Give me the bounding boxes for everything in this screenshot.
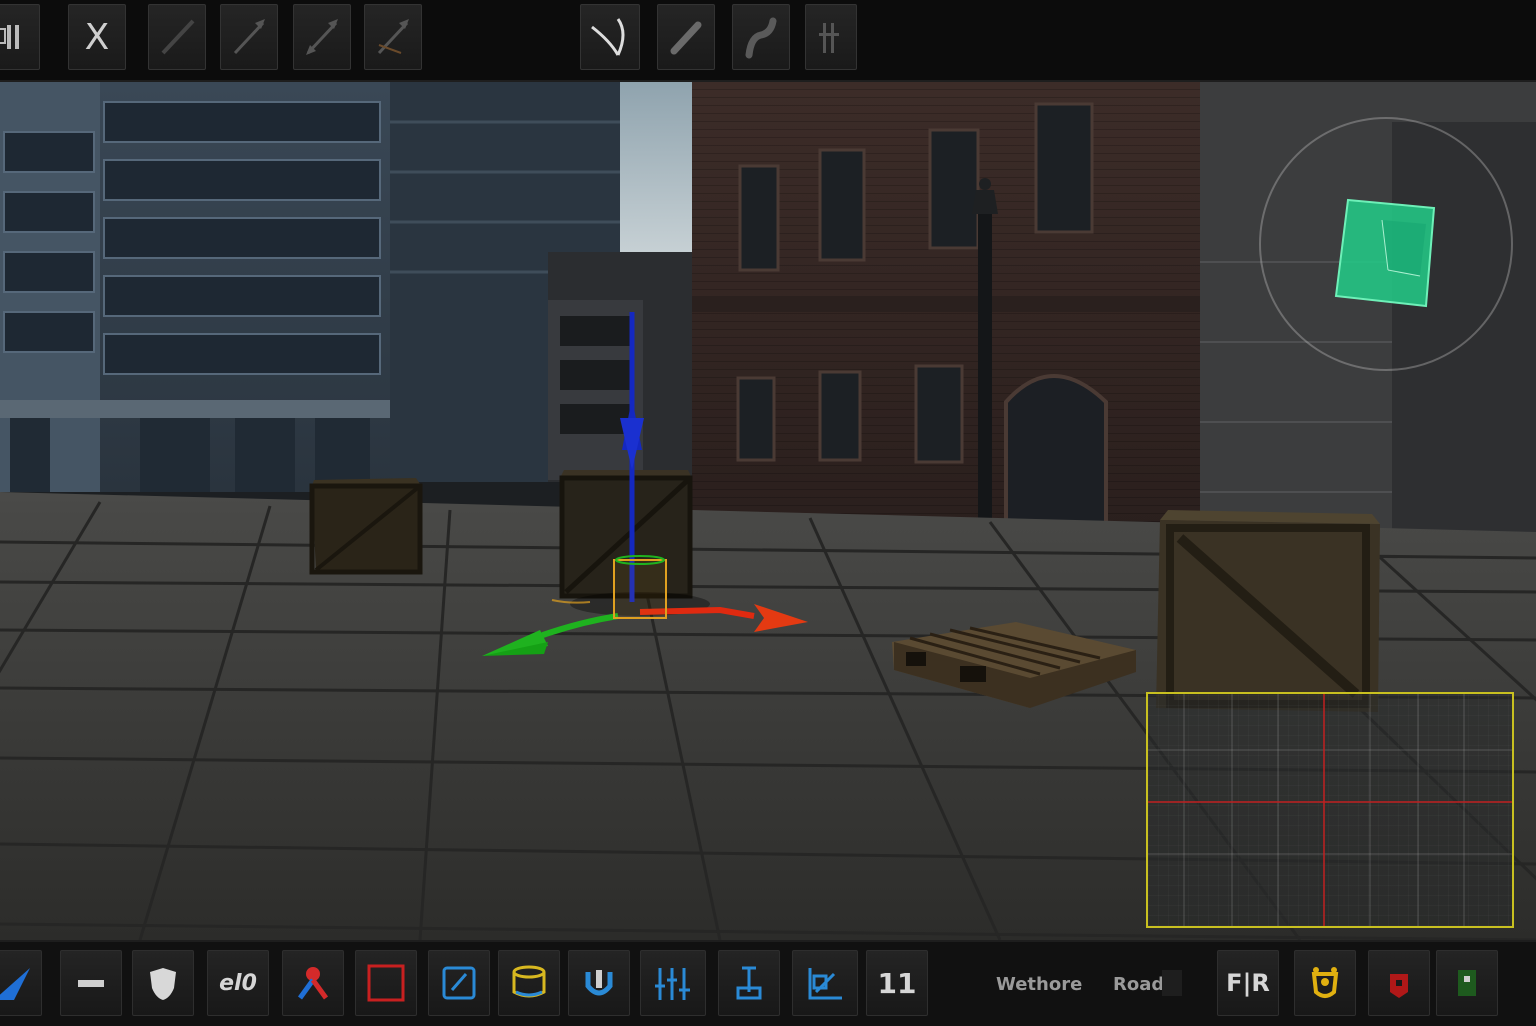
badge-icon bbox=[1311, 967, 1339, 998]
badge-button[interactable] bbox=[1294, 950, 1356, 1016]
edit-icon bbox=[442, 966, 476, 1000]
road-status-label: Road bbox=[1113, 974, 1165, 995]
minus-button[interactable] bbox=[60, 950, 122, 1016]
selection-box bbox=[613, 559, 667, 619]
double-arrow-icon bbox=[306, 19, 338, 55]
triangle-icon bbox=[0, 968, 30, 1000]
close-tool-button[interactable]: X bbox=[68, 4, 126, 70]
rectangle-button[interactable] bbox=[355, 950, 417, 1016]
bend-icon bbox=[745, 17, 777, 59]
angled-arrow-icon bbox=[377, 19, 409, 55]
counter-button[interactable]: el0 bbox=[207, 950, 269, 1016]
counter-label: el0 bbox=[219, 970, 257, 996]
menu-icon bbox=[0, 25, 19, 49]
magnet-button[interactable] bbox=[568, 950, 630, 1016]
rectangle-icon bbox=[367, 964, 405, 1002]
chart-button[interactable] bbox=[792, 950, 858, 1016]
sliders-icon bbox=[655, 968, 690, 1000]
stand-icon bbox=[736, 966, 762, 1000]
stand-button[interactable] bbox=[718, 950, 780, 1016]
sliders-button[interactable] bbox=[640, 950, 706, 1016]
arrow-icon bbox=[233, 19, 265, 55]
red-tag-icon bbox=[1390, 974, 1408, 998]
curve-icon bbox=[591, 18, 625, 56]
magnet-icon bbox=[585, 970, 613, 996]
shield-button[interactable] bbox=[132, 950, 194, 1016]
fr-toggle-button[interactable]: F|R bbox=[1217, 950, 1279, 1016]
bend-tool-button[interactable] bbox=[732, 4, 790, 70]
green-tag-button[interactable] bbox=[1436, 950, 1498, 1016]
cylinder-button[interactable] bbox=[498, 950, 560, 1016]
minus-icon bbox=[78, 980, 104, 987]
fr-toggle-label: F|R bbox=[1226, 969, 1270, 997]
view-navigation-gizmo[interactable] bbox=[1258, 116, 1514, 372]
bone-icon bbox=[670, 21, 702, 55]
road-dropdown-toggle[interactable] bbox=[1162, 970, 1182, 996]
pin-icon bbox=[297, 967, 329, 1000]
double-arrow-tool-button[interactable] bbox=[293, 4, 351, 70]
top-toolbar: X bbox=[0, 0, 1536, 82]
angled-arrow-tool-button[interactable] bbox=[364, 4, 422, 70]
grid-tool-button[interactable] bbox=[805, 4, 857, 70]
layer-count-button[interactable]: 11 bbox=[866, 950, 928, 1016]
menu-tool-button[interactable] bbox=[0, 4, 40, 70]
select-triangle-button[interactable] bbox=[0, 950, 42, 1016]
cylinder-icon bbox=[512, 965, 546, 998]
bottom-toolbar: el0 11 Wethore Road F|R bbox=[0, 940, 1536, 1026]
layer-count-label: 11 bbox=[877, 966, 917, 1000]
line-icon bbox=[161, 19, 195, 55]
line-tool-button[interactable] bbox=[148, 4, 206, 70]
scene-viewport[interactable] bbox=[0, 82, 1536, 940]
edit-button[interactable] bbox=[428, 950, 490, 1016]
bone-tool-button[interactable] bbox=[657, 4, 715, 70]
grid-minimap[interactable] bbox=[1146, 692, 1514, 928]
green-tag-icon bbox=[1458, 970, 1476, 996]
arrow-tool-button[interactable] bbox=[220, 4, 278, 70]
view-cube-icon bbox=[1259, 117, 1513, 371]
pin-button[interactable] bbox=[282, 950, 344, 1016]
grid-icon bbox=[819, 23, 839, 53]
minimap-grid bbox=[1148, 694, 1512, 926]
shield-icon bbox=[150, 968, 176, 1000]
close-icon: X bbox=[84, 16, 110, 58]
curve-tool-button[interactable] bbox=[580, 4, 640, 70]
weather-status-label: Wethore bbox=[996, 974, 1083, 995]
red-tag-button[interactable] bbox=[1368, 950, 1430, 1016]
chart-icon bbox=[808, 968, 842, 1000]
